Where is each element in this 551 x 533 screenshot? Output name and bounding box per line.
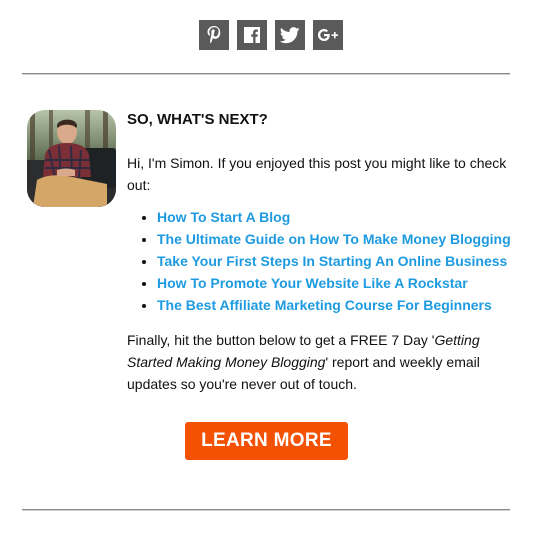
link-promote-your-website[interactable]: How To Promote Your Website Like A Rocks… <box>157 275 468 291</box>
facebook-icon <box>244 27 260 43</box>
author-avatar <box>27 110 116 207</box>
list-item: Take Your First Steps In Starting An Onl… <box>157 250 517 272</box>
pinterest-share-button[interactable] <box>199 20 229 50</box>
link-ultimate-guide-make-money-blogging[interactable]: The Ultimate Guide on How To Make Money … <box>157 231 511 247</box>
link-affiliate-marketing-course[interactable]: The Best Affiliate Marketing Course For … <box>157 297 492 313</box>
facebook-share-button[interactable] <box>237 20 267 50</box>
list-item: How To Start A Blog <box>157 206 517 228</box>
social-share-bar <box>199 20 343 50</box>
outro-text-start: Finally, hit the button below to get a F… <box>127 332 435 348</box>
list-item: How To Promote Your Website Like A Rocks… <box>157 272 517 294</box>
learn-more-button[interactable]: LEARN MORE <box>185 422 348 460</box>
section-heading: SO, WHAT'S NEXT? <box>127 111 268 128</box>
list-item: The Best Affiliate Marketing Course For … <box>157 294 517 316</box>
google-plus-share-button[interactable] <box>313 20 343 50</box>
twitter-share-button[interactable] <box>275 20 305 50</box>
link-how-to-start-a-blog[interactable]: How To Start A Blog <box>157 209 290 225</box>
list-item: The Ultimate Guide on How To Make Money … <box>157 228 517 250</box>
bottom-divider <box>22 509 510 511</box>
intro-text: Hi, I'm Simon. If you enjoyed this post … <box>127 155 507 193</box>
recommended-links-list: How To Start A Blog The Ultimate Guide o… <box>127 206 517 316</box>
outro-text: Finally, hit the button below to get a F… <box>127 329 517 395</box>
pinterest-icon <box>207 26 221 44</box>
twitter-icon <box>280 26 300 43</box>
link-first-steps-online-business[interactable]: Take Your First Steps In Starting An Onl… <box>157 253 507 269</box>
author-box: SO, WHAT'S NEXT? Hi, I'm Simon. If you e… <box>127 110 517 395</box>
author-photo <box>27 110 116 207</box>
google-plus-icon <box>318 29 338 41</box>
top-divider <box>22 73 510 75</box>
